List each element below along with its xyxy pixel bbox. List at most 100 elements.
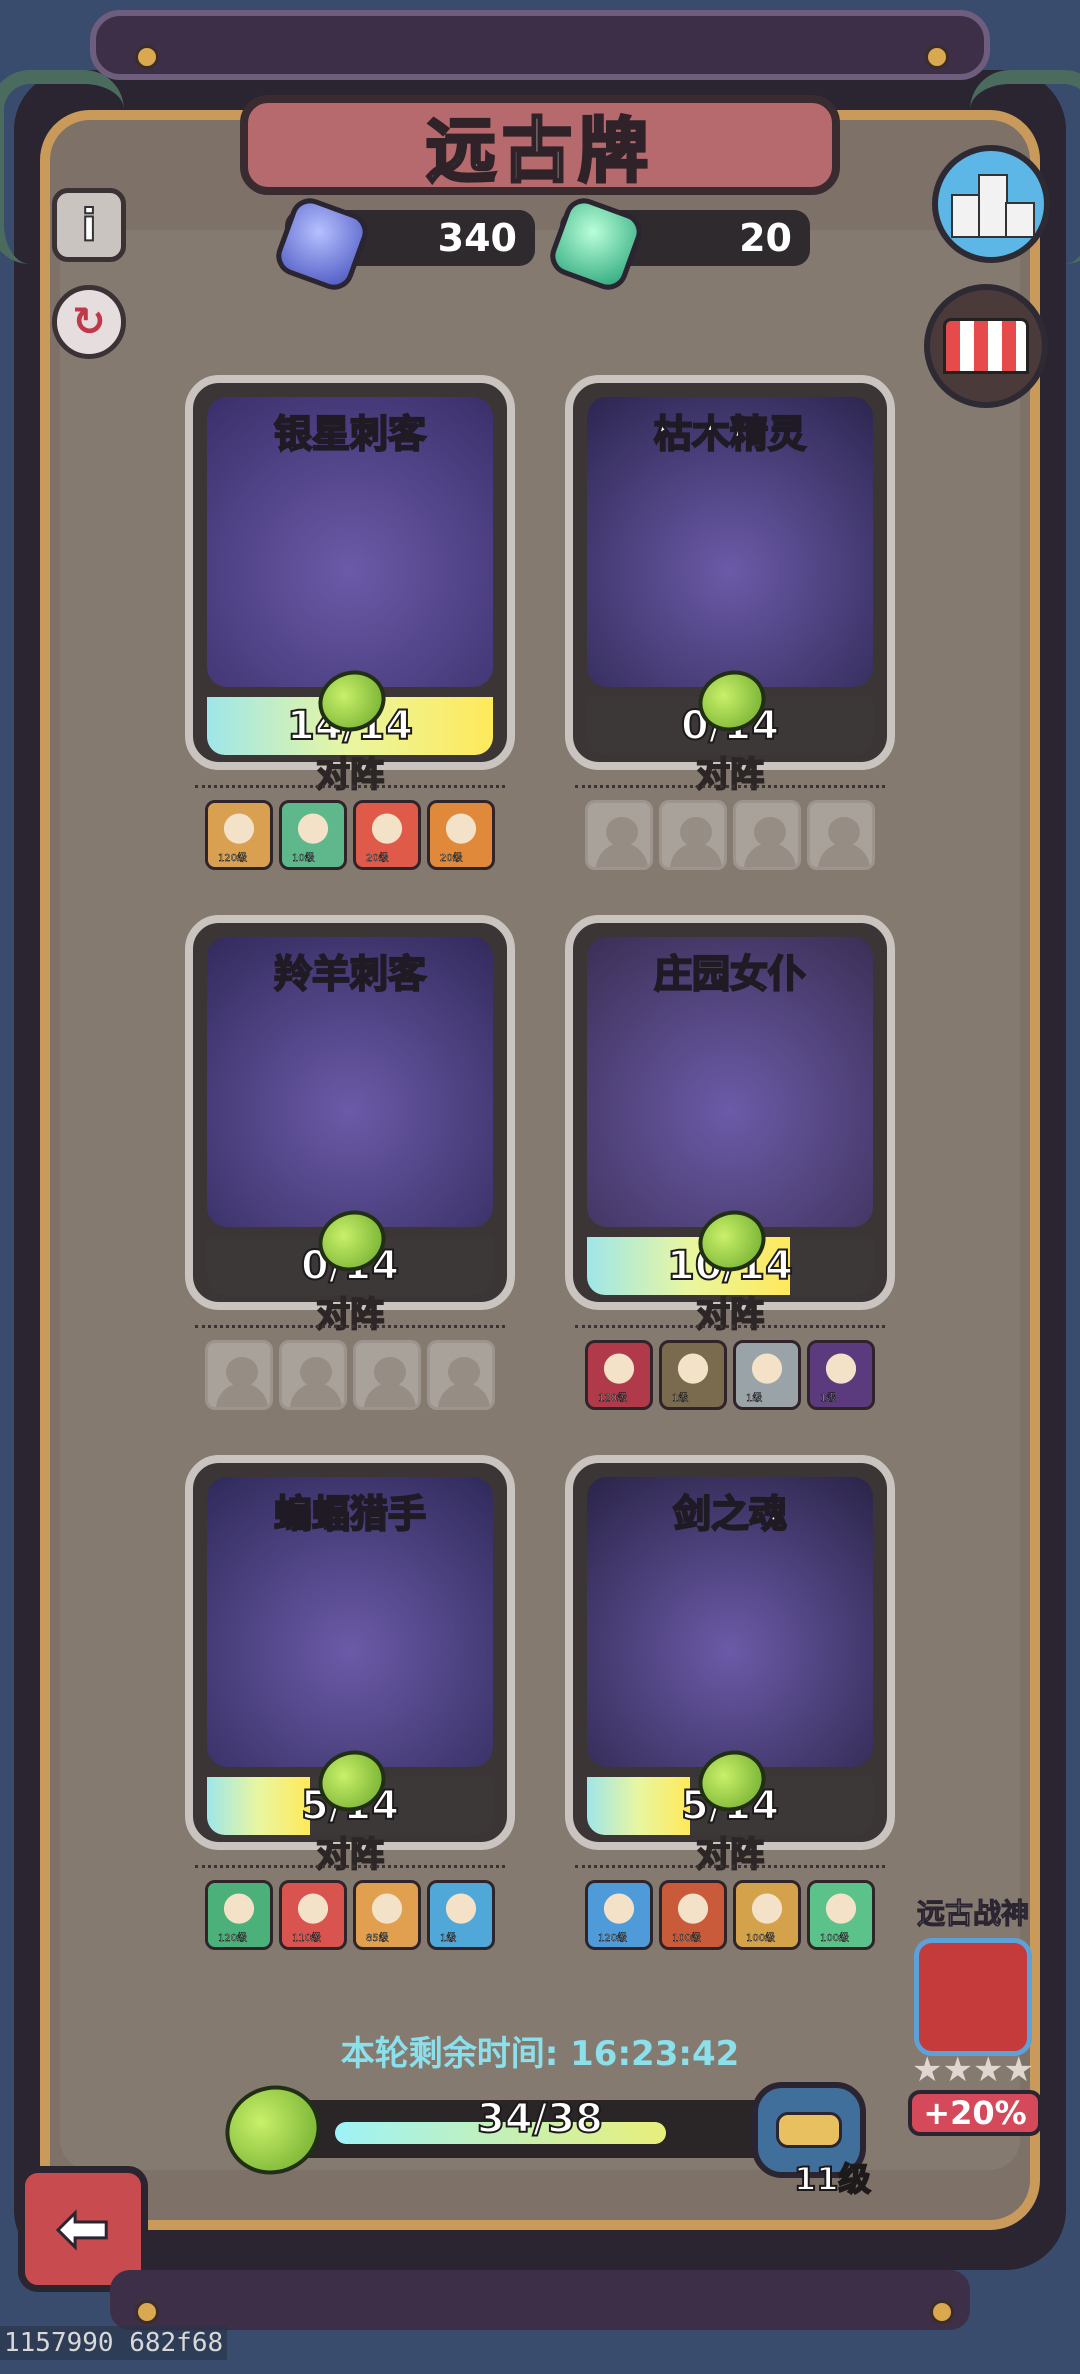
lineup-row[interactable] — [575, 800, 885, 870]
title-plate: 远古牌 — [240, 95, 840, 195]
shop-icon — [943, 318, 1029, 374]
lineup-row[interactable] — [195, 1340, 505, 1410]
opponent-hero-avatar[interactable]: 1级 — [807, 1340, 875, 1410]
info-button[interactable]: i — [52, 188, 126, 262]
lineup-row[interactable]: 120级 110级 85级 1级 — [195, 1880, 505, 1950]
card-title: 枯木精灵 — [653, 411, 807, 457]
back-arrow-icon: ⬅ — [55, 2191, 112, 2268]
empty-slot — [353, 1340, 421, 1410]
opponent-hero-avatar[interactable]: 120级 — [205, 1880, 273, 1950]
rivet-icon — [925, 45, 949, 69]
lineup-label: 对阵 — [315, 1294, 385, 1336]
hero-level: 1级 — [746, 1393, 763, 1405]
lineup-divider — [575, 1325, 885, 1328]
opponent-hero-avatar[interactable]: 10级 — [279, 800, 347, 870]
card-title: 银星刺客 — [273, 411, 427, 457]
ancient-card[interactable]: 蝙蝠猎手 5/14 — [185, 1455, 515, 1850]
empty-slot — [807, 800, 875, 870]
bonus-stars: ★★★★ — [912, 2050, 1034, 2090]
opponent-hero-avatar[interactable]: 100级 — [733, 1880, 801, 1950]
bonus-title: 远古战神 — [916, 1897, 1029, 1931]
empty-slot — [205, 1340, 273, 1410]
hero-level: 20级 — [440, 853, 463, 865]
lineup-row[interactable]: 120级 10级 20级 20级 — [195, 800, 505, 870]
history-button[interactable]: ↻ — [52, 285, 126, 359]
lineup-row[interactable]: 120级 1级 1级 1级 — [575, 1340, 885, 1410]
card-title: 剑之魂 — [672, 1491, 788, 1537]
rivet-icon — [135, 45, 159, 69]
ancient-card[interactable]: 剑之魂 5/14 — [565, 1455, 895, 1850]
hero-level: 100级 — [746, 1933, 776, 1945]
hero-level: 1级 — [672, 1393, 689, 1405]
hero-level: 120级 — [598, 1933, 628, 1945]
page-title: 远古牌 — [425, 108, 654, 193]
opponent-hero-avatar[interactable]: 120级 — [585, 1340, 653, 1410]
lineup-label: 对阵 — [315, 1834, 385, 1876]
opponent-hero-avatar[interactable]: 1级 — [733, 1340, 801, 1410]
opponent-hero-avatar[interactable]: 20级 — [353, 800, 421, 870]
empty-slot — [585, 800, 653, 870]
opponent-hero-avatar[interactable]: 110级 — [279, 1880, 347, 1950]
avatar-placeholder-body — [670, 843, 722, 867]
hero-level: 120级 — [218, 853, 248, 865]
refresh-icon: ↻ — [72, 299, 106, 345]
rivet-icon — [930, 2300, 954, 2324]
empty-slot — [427, 1340, 495, 1410]
top-frame-bar — [90, 10, 990, 80]
hero-level: 120级 — [218, 1933, 248, 1945]
lineup-divider — [195, 785, 505, 788]
hero-level: 100级 — [820, 1933, 850, 1945]
avatar-placeholder-body — [290, 1383, 342, 1407]
avatar-placeholder-body — [438, 1383, 490, 1407]
opponent-hero-avatar[interactable]: 100级 — [659, 1880, 727, 1950]
lineup-label: 对阵 — [695, 1834, 765, 1876]
avatar-placeholder-body — [744, 843, 796, 867]
podium-icon — [951, 174, 1035, 238]
lineup-divider — [575, 1865, 885, 1868]
lineup-divider — [195, 1325, 505, 1328]
card-title: 羚羊刺客 — [273, 951, 427, 997]
shop-button[interactable] — [924, 284, 1048, 408]
ranking-button[interactable] — [932, 145, 1050, 263]
rivet-icon — [135, 2300, 159, 2324]
ancient-card[interactable]: 银星刺客 14/14 — [185, 375, 515, 770]
hero-level: 110级 — [292, 1933, 322, 1945]
hero-level: 1级 — [820, 1393, 837, 1405]
empty-slot — [659, 800, 727, 870]
war-god-portrait — [914, 1938, 1032, 2056]
avatar-placeholder-body — [596, 843, 648, 867]
currency-value: 20 — [739, 216, 792, 260]
currency-value: 340 — [437, 216, 517, 260]
avatar-placeholder-body — [364, 1383, 416, 1407]
bonus-value: +20% — [908, 2090, 1042, 2136]
chest-icon — [776, 2112, 842, 2148]
ancient-card[interactable]: 庄园女仆 10/14 — [565, 915, 895, 1310]
build-id: 1157990 682f68 — [0, 2326, 228, 2360]
opponent-hero-avatar[interactable]: 120级 — [585, 1880, 653, 1950]
opponent-hero-avatar[interactable]: 85级 — [353, 1880, 421, 1950]
hero-level: 1级 — [440, 1933, 457, 1945]
lineup-label: 对阵 — [695, 754, 765, 796]
opponent-hero-avatar[interactable]: 20级 — [427, 800, 495, 870]
opponent-hero-avatar[interactable]: 1级 — [427, 1880, 495, 1950]
opponent-hero-avatar[interactable]: 1级 — [659, 1340, 727, 1410]
card-title: 蝙蝠猎手 — [273, 1491, 427, 1537]
opponent-hero-avatar[interactable]: 100级 — [807, 1880, 875, 1950]
avatar-placeholder-body — [216, 1383, 268, 1407]
bottom-frame-bar — [110, 2270, 970, 2330]
empty-slot — [733, 800, 801, 870]
level-label: 11级 — [793, 2159, 872, 2199]
lineup-label: 对阵 — [695, 1294, 765, 1336]
bonus-panel[interactable]: 远古战神 ★★★★ +20% — [908, 1892, 1042, 2136]
hero-level: 20级 — [366, 853, 389, 865]
info-icon: i — [80, 199, 97, 252]
lineup-divider — [195, 1865, 505, 1868]
empty-slot — [279, 1340, 347, 1410]
lineup-label: 对阵 — [315, 754, 385, 796]
hero-level: 85级 — [366, 1933, 389, 1945]
ancient-card[interactable]: 枯木精灵 0/14 — [565, 375, 895, 770]
opponent-hero-avatar[interactable]: 120级 — [205, 800, 273, 870]
hero-level: 10级 — [292, 853, 315, 865]
ancient-card[interactable]: 羚羊刺客 0/14 — [185, 915, 515, 1310]
lineup-row[interactable]: 120级 100级 100级 100级 — [575, 1880, 885, 1950]
